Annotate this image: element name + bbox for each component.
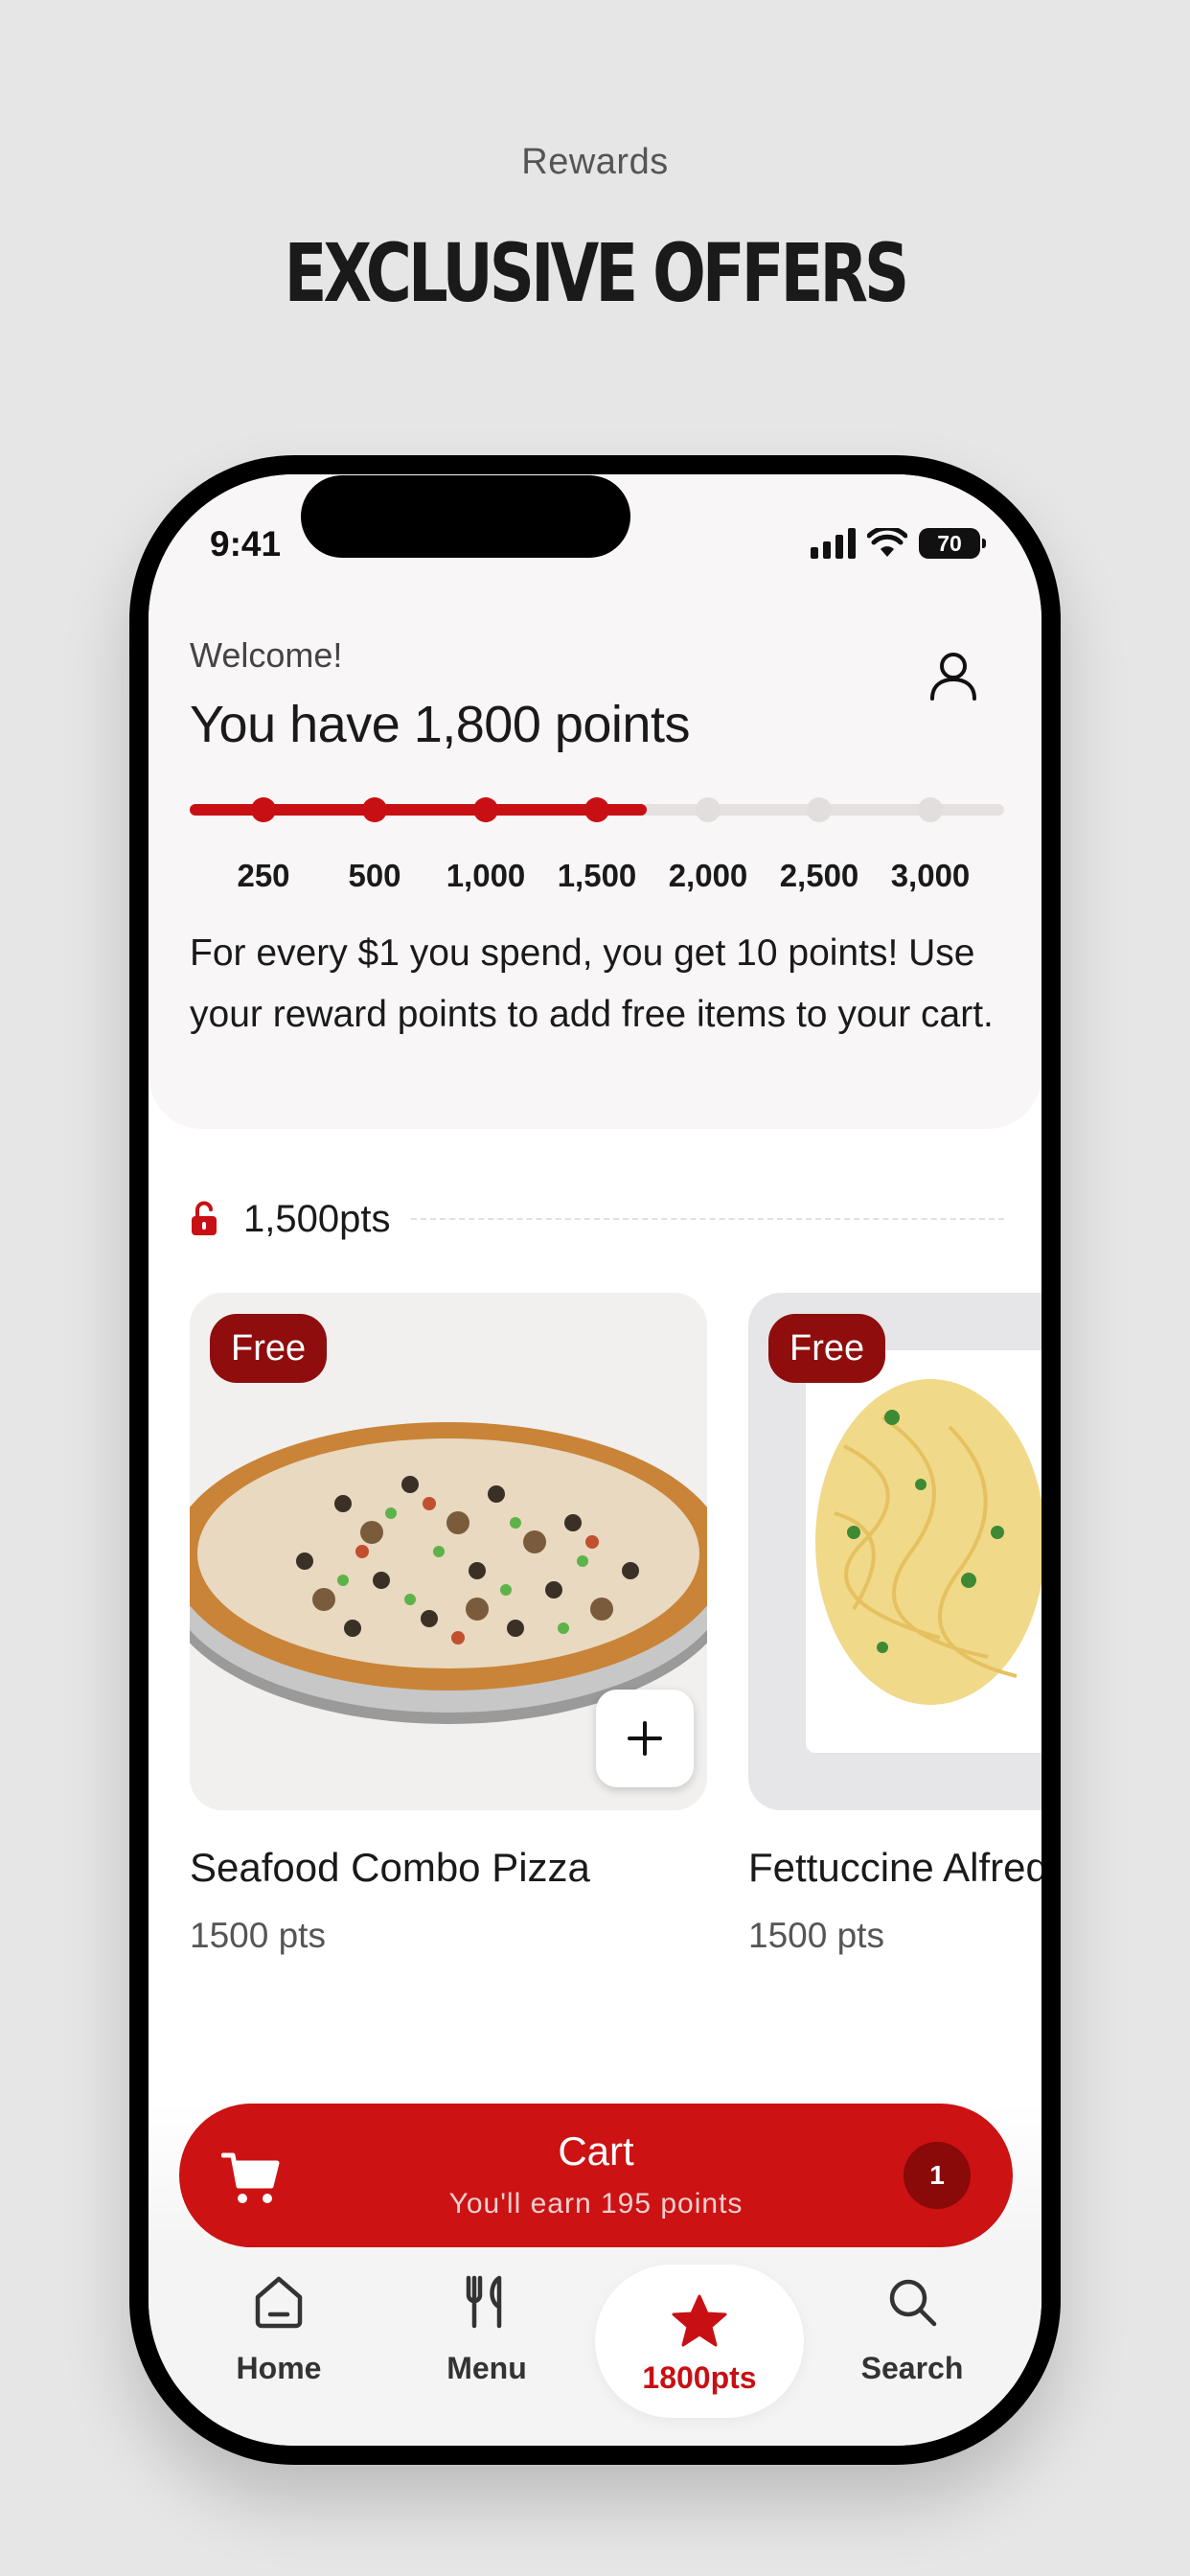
add-to-cart-button[interactable] <box>596 1690 694 1787</box>
milestone-dot <box>584 797 609 822</box>
tab-rewards[interactable]: 1800pts <box>595 2265 804 2418</box>
cellular-signal-icon <box>811 528 856 559</box>
points-description: For every $1 you spend, you get 10 point… <box>190 932 994 1035</box>
home-icon <box>255 2276 303 2329</box>
app-screen: 9:41 70 Welcome! You have 1,800 points 2… <box>149 474 1041 2446</box>
pasta-image: Free <box>748 1293 1041 1810</box>
rewards-header: 9:41 70 Welcome! You have 1,800 points 2… <box>149 474 1041 1129</box>
tab-search[interactable]: Search <box>808 2247 1017 2401</box>
phone-frame: 9:41 70 Welcome! You have 1,800 points 2… <box>129 455 1061 2465</box>
milestone-label: 2,500 <box>779 858 859 893</box>
plus-icon <box>628 1721 662 1756</box>
star-icon <box>672 2294 727 2347</box>
cart-count-badge: 1 <box>904 2142 971 2209</box>
wifi-icon <box>867 528 907 557</box>
milestone-label: 1,500 <box>557 858 637 893</box>
milestone-label: 500 <box>348 858 401 893</box>
tab-menu[interactable]: Menu <box>382 2247 591 2401</box>
profile-icon[interactable] <box>925 647 982 704</box>
free-badge: Free <box>210 1314 328 1383</box>
points-progress-bar <box>190 797 1004 822</box>
tab-label: Home <box>236 2351 322 2385</box>
tier-label: 1,500pts <box>243 1197 391 1240</box>
tab-home[interactable]: Home <box>174 2247 383 2401</box>
cart-subtitle: You'll earn 195 points <box>448 2188 744 2220</box>
utensils-icon <box>466 2275 502 2329</box>
milestone-dot <box>918 797 943 822</box>
bottom-tab-bar: Home Menu 1800pts Search <box>149 2247 1041 2446</box>
milestone-dot <box>473 797 498 822</box>
greeting-text: Welcome! <box>190 635 343 675</box>
item-name: Fettuccine Alfredo <box>748 1845 1041 1890</box>
search-icon <box>889 2279 937 2327</box>
pizza-image: Free <box>190 1293 707 1810</box>
tier-divider <box>411 1218 1004 1220</box>
milestone-dot <box>251 797 276 822</box>
reward-item-card[interactable]: Free Fettuccine Alfredo 1500 pts <box>748 1293 1041 1956</box>
tab-label: Search <box>860 2351 964 2385</box>
free-badge: Free <box>768 1314 886 1383</box>
tab-label: Menu <box>446 2351 527 2385</box>
item-points: 1500 pts <box>190 1916 326 1955</box>
reward-tier-header: 1,500pts <box>190 1195 1004 1243</box>
cart-title: Cart <box>558 2128 634 2174</box>
milestone-label: 250 <box>237 858 290 893</box>
dynamic-island <box>301 475 630 558</box>
page-overline: Rewards <box>521 142 669 182</box>
milestone-label: 2,000 <box>668 858 748 893</box>
item-points: 1500 pts <box>748 1916 884 1955</box>
cart-button[interactable]: Cart You'll earn 195 points 1 <box>179 2104 1013 2247</box>
reward-item-card[interactable]: Free Seafood Combo Pizza 1500 pts <box>190 1293 707 1956</box>
milestone-dot <box>362 797 387 822</box>
milestone-label: 3,000 <box>890 858 971 893</box>
status-icons: 70 <box>811 526 986 561</box>
page-headline: EXCLUSIVE OFFERS <box>284 226 910 320</box>
milestone-dot <box>696 797 721 822</box>
battery-icon: 70 <box>919 528 986 559</box>
unlocked-icon <box>192 1201 217 1235</box>
points-summary: You have 1,800 points <box>190 696 690 753</box>
item-name: Seafood Combo Pizza <box>190 1845 590 1890</box>
status-time: 9:41 <box>210 524 282 564</box>
tab-label: 1800pts <box>642 2360 757 2395</box>
milestone-label: 1,000 <box>446 858 526 893</box>
milestone-dot <box>807 797 832 822</box>
